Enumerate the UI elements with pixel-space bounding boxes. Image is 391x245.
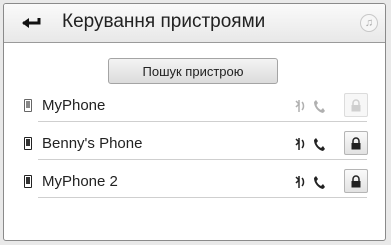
page-title: Керування пристроями <box>62 11 266 32</box>
lock-icon <box>351 98 361 111</box>
call-service-icon <box>314 176 325 189</box>
phone-device-icon <box>24 137 32 150</box>
row-divider <box>38 159 367 160</box>
header-bar: Керування пристроями ♫ <box>4 4 385 43</box>
phone-device-icon <box>24 175 32 188</box>
device-row-myphone[interactable]: MyPhone <box>22 90 368 122</box>
row-divider <box>38 121 367 122</box>
audio-service-icon <box>295 176 305 188</box>
device-name: MyPhone <box>42 97 106 114</box>
lock-button[interactable] <box>344 93 368 117</box>
device-row-bennys-phone[interactable]: Benny's Phone <box>22 128 368 160</box>
search-device-button[interactable]: Пошук пристрою <box>108 58 278 84</box>
call-service-icon <box>314 100 325 113</box>
music-note-icon[interactable]: ♫ <box>360 14 378 32</box>
lock-icon <box>351 174 361 187</box>
phone-device-icon <box>24 99 32 112</box>
lock-button[interactable] <box>344 169 368 193</box>
device-row-myphone-2[interactable]: MyPhone 2 <box>22 166 368 198</box>
device-name: Benny's Phone <box>42 135 143 152</box>
back-button[interactable] <box>12 10 52 36</box>
device-management-screen: Керування пристроями ♫ Пошук пристрою My… <box>3 3 386 241</box>
audio-service-icon <box>295 100 305 112</box>
device-name: MyPhone 2 <box>42 173 118 190</box>
audio-service-icon <box>295 138 305 150</box>
lock-button[interactable] <box>344 131 368 155</box>
row-divider <box>38 197 367 198</box>
call-service-icon <box>314 138 325 151</box>
lock-icon <box>351 136 361 149</box>
back-arrow-icon <box>22 18 41 28</box>
